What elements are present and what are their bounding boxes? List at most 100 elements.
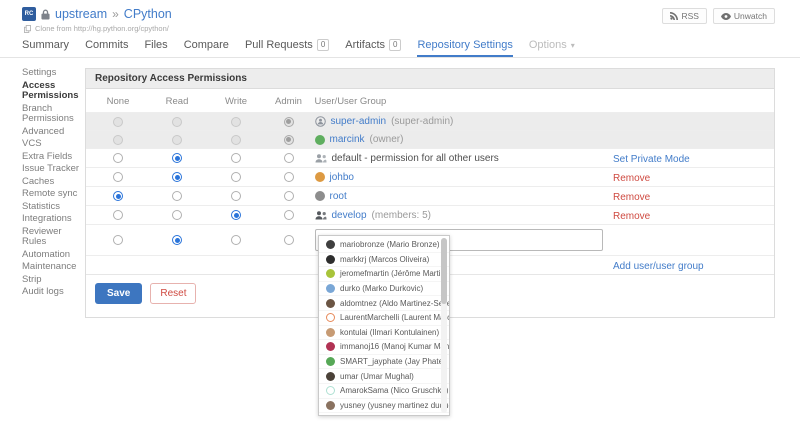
user-link[interactable]: super-admin (331, 116, 387, 127)
radio-admin[interactable] (284, 153, 294, 163)
sidebar-item[interactable]: VCS (22, 139, 85, 150)
user-autocomplete-dropdown: mariobronze (Mario Bronze) markkrj (Marc… (318, 235, 450, 416)
breadcrumb-group-link[interactable]: upstream (55, 7, 107, 21)
row-action-link[interactable]: Add user/user group (613, 261, 704, 272)
avatar (326, 386, 335, 395)
sidebar-item[interactable]: Integrations (22, 214, 85, 225)
save-button[interactable]: Save (95, 283, 142, 304)
row-action-link[interactable]: Remove (613, 211, 650, 222)
nav-tab[interactable]: Compare (184, 39, 229, 57)
sidebar-item[interactable]: Extra Fields (22, 152, 85, 163)
radio-read[interactable] (172, 191, 182, 201)
avatar (326, 284, 335, 293)
user-link[interactable]: johbo (330, 172, 354, 183)
radio-admin (284, 117, 294, 127)
radio-write[interactable] (231, 235, 241, 245)
user-link[interactable]: root (330, 191, 347, 202)
avatar (326, 342, 335, 351)
user-link[interactable]: marcink (330, 134, 365, 145)
avatar (326, 401, 335, 410)
sidebar-item[interactable]: Advanced (22, 127, 85, 138)
avatar (326, 255, 335, 264)
avatar (326, 269, 335, 278)
autocomplete-suggestion[interactable]: mariobronze (Mario Bronze) (319, 238, 449, 253)
nav-tab[interactable]: Summary (22, 39, 69, 57)
avatar (315, 172, 325, 182)
autocomplete-suggestion[interactable]: LaurentMarchelli (Laurent Marchelli) (319, 311, 449, 326)
row-action-link[interactable]: Remove (613, 192, 650, 203)
radio-admin[interactable] (284, 235, 294, 245)
breadcrumb-repo-link[interactable]: CPython (124, 7, 172, 21)
sidebar-item[interactable]: Strip (22, 275, 85, 286)
radio-write[interactable] (231, 172, 241, 182)
autocomplete-suggestion[interactable]: aldomtnez (Aldo Martinez-Selleras) (319, 296, 449, 311)
nav-tab[interactable]: Options ▾ (529, 39, 575, 57)
unwatch-button[interactable]: Unwatch (713, 8, 775, 24)
user-link[interactable]: develop (332, 210, 367, 221)
radio-none[interactable] (113, 153, 123, 163)
avatar (326, 372, 335, 381)
autocomplete-suggestion[interactable]: yusney (yusney martinez duque) (319, 399, 449, 414)
radio-read (172, 135, 182, 145)
radio-read[interactable] (172, 210, 182, 220)
autocomplete-suggestion[interactable]: durko (Marko Durkovic) (319, 282, 449, 297)
radio-none (113, 117, 123, 127)
settings-sidebar: Settings Access Permissions Branch Permi… (22, 68, 85, 300)
radio-admin[interactable] (284, 172, 294, 182)
nav-tab[interactable]: Repository Settings (417, 39, 512, 57)
permission-row: johbo Remove (86, 167, 774, 186)
radio-write[interactable] (231, 153, 241, 163)
radio-none[interactable] (113, 191, 123, 201)
sidebar-item[interactable]: Caches (22, 177, 85, 188)
sidebar-item[interactable]: Issue Tracker (22, 164, 85, 175)
rss-button[interactable]: RSS (662, 8, 706, 24)
sidebar-item[interactable]: Remote sync (22, 189, 85, 200)
sidebar-item[interactable]: Audit logs (22, 287, 85, 298)
autocomplete-suggestion[interactable]: markkrj (Marcos Oliveira) (319, 253, 449, 268)
radio-none[interactable] (113, 172, 123, 182)
nav-tab[interactable]: Pull Requests 0 (245, 39, 329, 57)
radio-none[interactable] (113, 210, 123, 220)
sidebar-item[interactable]: Branch Permissions (22, 104, 85, 125)
radio-admin[interactable] (284, 191, 294, 201)
nav-tab[interactable]: Commits (85, 39, 128, 57)
col-admin: Admin (266, 96, 312, 107)
nav-tab[interactable]: Files (144, 39, 167, 57)
clone-icon (24, 25, 31, 33)
autocomplete-suggestion[interactable]: AmarokSama (Nico Gruschke) (319, 384, 449, 399)
autocomplete-suggestion[interactable]: immanoj16 (Manoj Kumar Maharana) (319, 340, 449, 355)
reset-button[interactable]: Reset (150, 283, 196, 304)
dropdown-scrollbar-track (441, 238, 447, 413)
radio-admin[interactable] (284, 210, 294, 220)
col-none: None (89, 96, 148, 107)
dropdown-scrollbar-thumb[interactable] (441, 238, 447, 304)
sidebar-item[interactable]: Maintenance (22, 262, 85, 273)
avatar (315, 135, 325, 145)
sidebar-item[interactable]: Access Permissions (22, 81, 85, 102)
panel-title: Repository Access Permissions (86, 69, 774, 89)
radio-read[interactable] (172, 235, 182, 245)
autocomplete-suggestion[interactable]: kontulai (Ilmari Kontulainen) (319, 326, 449, 341)
autocomplete-suggestion[interactable]: umar (Umar Mughal) (319, 369, 449, 384)
app-logo-icon[interactable]: RC (22, 7, 36, 21)
avatar (326, 240, 335, 249)
chevron-down-icon: ▾ (571, 41, 575, 50)
sidebar-item[interactable]: Reviewer Rules (22, 227, 85, 248)
row-action-link[interactable]: Set Private Mode (613, 154, 690, 165)
rss-icon (670, 12, 678, 20)
radio-read[interactable] (172, 172, 182, 182)
sidebar-item[interactable]: Settings (22, 68, 85, 79)
radio-write[interactable] (231, 210, 241, 220)
radio-none[interactable] (113, 235, 123, 245)
radio-read[interactable] (172, 153, 182, 163)
nav-tab[interactable]: Artifacts 0 (345, 39, 401, 57)
autocomplete-suggestion[interactable]: jeromefmartin (Jérôme Martin) (319, 267, 449, 282)
avatar (326, 299, 335, 308)
autocomplete-suggestion[interactable]: SMART_jayphate (Jay Phate) (319, 355, 449, 370)
avatar (326, 357, 335, 366)
sidebar-item[interactable]: Automation (22, 250, 85, 261)
radio-write[interactable] (231, 191, 241, 201)
row-action-link[interactable]: Remove (613, 173, 650, 184)
sidebar-item[interactable]: Statistics (22, 202, 85, 213)
lock-icon (41, 9, 50, 20)
